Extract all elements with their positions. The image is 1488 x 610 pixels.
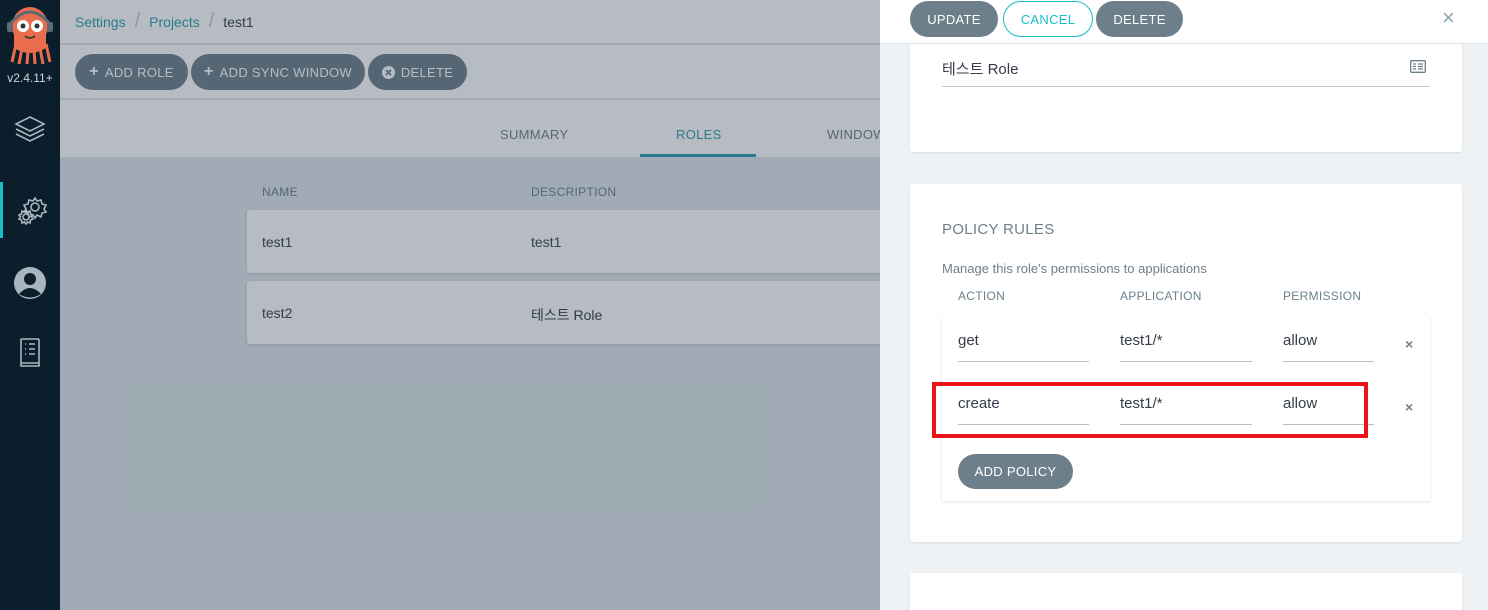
user-icon bbox=[14, 267, 46, 299]
remove-rule-icon[interactable]: × bbox=[1405, 399, 1413, 415]
nav-user-info[interactable] bbox=[0, 255, 60, 311]
application-input[interactable]: test1/* bbox=[1120, 324, 1252, 362]
docs-icon bbox=[20, 338, 40, 367]
panel-header: UPDATE CANCEL DELETE × bbox=[880, 0, 1488, 44]
text-field-icon bbox=[1410, 60, 1426, 73]
remove-rule-icon[interactable]: × bbox=[1405, 336, 1413, 352]
next-section-card bbox=[910, 573, 1462, 610]
permission-select[interactable]: allow bbox=[1283, 324, 1374, 362]
add-policy-button[interactable]: ADD POLICY bbox=[958, 454, 1073, 489]
nav-settings[interactable] bbox=[0, 182, 60, 238]
version-label: v2.4.11+ bbox=[7, 71, 53, 85]
policy-rules-subtitle: Manage this role's permissions to applic… bbox=[942, 261, 1207, 276]
role-edit-panel: UPDATE CANCEL DELETE × 테스트 Role POLICY R… bbox=[880, 0, 1488, 610]
column-header-permission: PERMISSION bbox=[1283, 289, 1362, 303]
permission-value: allow bbox=[1283, 332, 1318, 349]
column-header-application: APPLICATION bbox=[1120, 289, 1202, 303]
close-icon[interactable]: × bbox=[1442, 5, 1455, 31]
nav-documentation[interactable] bbox=[0, 324, 60, 380]
cancel-button[interactable]: CANCEL bbox=[1003, 1, 1093, 37]
nav-applications[interactable] bbox=[0, 101, 60, 157]
general-card: 테스트 Role bbox=[910, 44, 1462, 152]
update-button[interactable]: UPDATE bbox=[910, 1, 998, 37]
gear-icon bbox=[17, 196, 47, 226]
action-input[interactable]: get bbox=[958, 324, 1089, 362]
argo-logo-icon[interactable] bbox=[6, 4, 54, 64]
role-description-field[interactable]: 테스트 Role bbox=[942, 56, 1430, 87]
policy-rules-title: POLICY RULES bbox=[942, 221, 1055, 238]
modal-overlay[interactable] bbox=[60, 0, 940, 610]
application-value: test1/* bbox=[1120, 332, 1163, 349]
action-value: get bbox=[958, 332, 979, 349]
highlight-box bbox=[932, 382, 1368, 438]
delete-role-button[interactable]: DELETE bbox=[1096, 1, 1183, 37]
left-nav: v2.4.11+ bbox=[0, 0, 60, 610]
main-content: Settings / Projects / test1 + ADD ROLE +… bbox=[60, 0, 940, 610]
layers-icon bbox=[14, 116, 46, 142]
role-description-value: 테스트 Role bbox=[942, 61, 1019, 78]
policy-rules-card: POLICY RULES Manage this role's permissi… bbox=[910, 184, 1462, 542]
column-header-action: ACTION bbox=[958, 289, 1006, 303]
